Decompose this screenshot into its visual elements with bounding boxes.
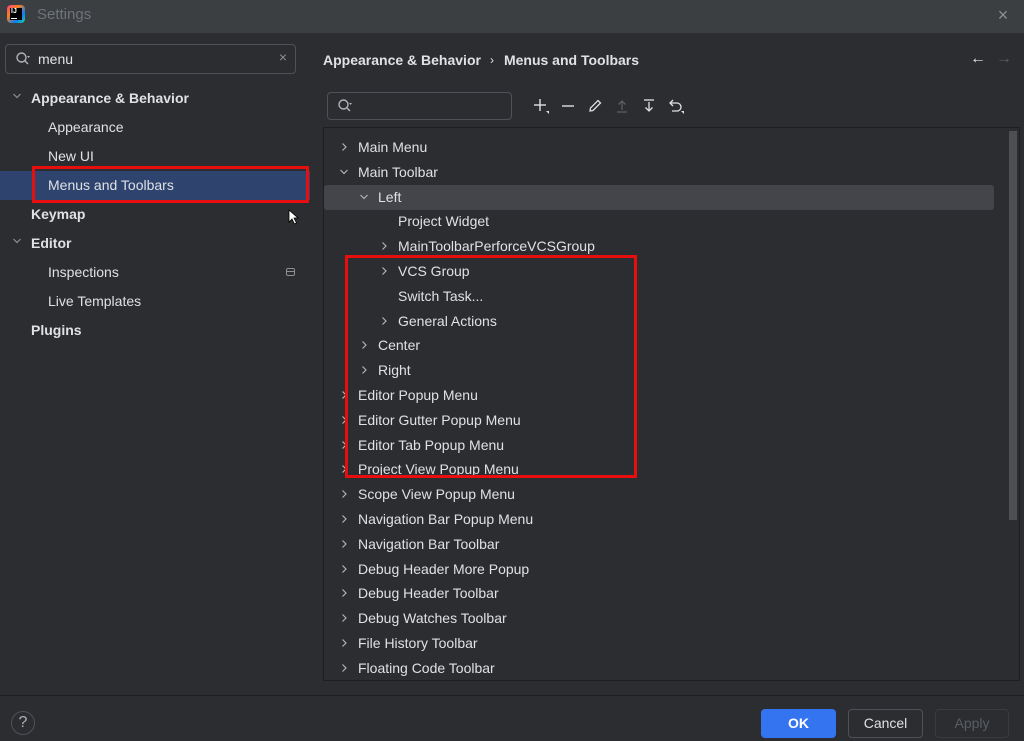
tree-node[interactable]: Scope View Popup Menu — [324, 482, 994, 507]
sidebar-item-label: Plugins — [31, 322, 82, 338]
breadcrumb-item-current: Menus and Toolbars — [503, 52, 640, 68]
sidebar-item-label: Appearance — [48, 119, 124, 135]
chevron-right-icon[interactable] — [338, 488, 350, 500]
close-window-button[interactable]: × — [992, 4, 1014, 26]
tree-node-label: Debug Header More Popup — [358, 560, 530, 577]
dialog-footer: ? OK Cancel Apply — [0, 695, 1024, 741]
tree-node[interactable]: Main Menu — [324, 135, 994, 160]
tree-scrollbar[interactable] — [1009, 131, 1017, 679]
tree-node-label: MainToolbarPerforceVCSGroup — [398, 238, 595, 255]
chevron-down-icon[interactable] — [358, 191, 370, 203]
sidebar-item-editor[interactable]: Editor — [0, 229, 310, 258]
settings-main-panel: Appearance & Behavior › Menus and Toolba… — [311, 33, 1024, 695]
move-down-icon — [643, 99, 654, 112]
chevron-right-icon[interactable] — [338, 612, 350, 624]
sidebar-item-label: Appearance & Behavior — [31, 90, 189, 106]
actions-tree[interactable]: Main Menu Main Toolbar Left Project Widget M… — [323, 127, 1020, 681]
breadcrumb-item[interactable]: Appearance & Behavior — [323, 52, 481, 68]
remove-button[interactable] — [554, 95, 581, 117]
tree-node[interactable]: Debug Watches Toolbar — [324, 606, 994, 631]
clear-search-icon[interactable]: × — [279, 49, 287, 65]
move-down-button[interactable] — [635, 95, 662, 117]
sidebar-item-plugins[interactable]: Plugins — [0, 316, 310, 345]
sidebar-item-label: Live Templates — [48, 293, 142, 309]
tree-node[interactable]: File History Toolbar — [324, 631, 994, 656]
tree-node[interactable]: Debug Header Toolbar — [324, 581, 994, 606]
sidebar-item-appearance[interactable]: Appearance — [0, 113, 310, 142]
apply-button[interactable]: Apply — [935, 709, 1009, 738]
tree-node[interactable]: Navigation Bar Toolbar — [324, 532, 994, 557]
ok-button[interactable]: OK — [761, 709, 836, 738]
edit-icon — [588, 99, 601, 112]
tree-node[interactable]: Debug Header More Popup — [324, 557, 994, 582]
tree-node-label: File History Toolbar — [358, 635, 478, 651]
tree-node[interactable]: Main Toolbar — [324, 160, 994, 185]
sidebar-item-label: New UI — [48, 148, 94, 164]
remove-icon — [561, 105, 574, 107]
chevron-right-icon[interactable] — [338, 563, 350, 575]
chevron-right-icon[interactable] — [338, 662, 350, 674]
tree-node-label: Scope View Popup Menu — [358, 486, 515, 503]
breadcrumb: Appearance & Behavior › Menus and Toolba… — [323, 52, 639, 68]
cancel-button[interactable]: Cancel — [848, 709, 923, 738]
tree-node-label: Main Toolbar — [358, 163, 438, 180]
annotation-highlight-tree — [345, 255, 637, 478]
mouse-cursor-icon — [288, 209, 300, 225]
tree-scrollbar-thumb[interactable] — [1009, 131, 1017, 520]
tree-node[interactable]: Navigation Bar Popup Menu — [324, 507, 994, 532]
tree-node[interactable]: Floating Code Toolbar — [324, 656, 994, 680]
window-title: Settings — [37, 6, 92, 23]
add-icon — [533, 99, 549, 114]
tree-node-label: Debug Header Toolbar — [358, 585, 499, 602]
settings-sidebar: menu × Appearance & Behavior Appearance Ne… — [0, 33, 310, 695]
chevron-down-icon[interactable] — [11, 90, 23, 102]
project-settings-icon — [286, 268, 295, 276]
settings-search-input[interactable]: menu × — [5, 44, 296, 74]
sidebar-item-live-templates[interactable]: Live Templates — [0, 287, 310, 316]
tree-node-label: Navigation Bar Toolbar — [358, 535, 500, 552]
tree-node-label: Navigation Bar Popup Menu — [358, 511, 534, 527]
back-arrow-icon[interactable]: ← — [970, 50, 986, 68]
tree-node-label: Debug Watches Toolbar — [358, 610, 507, 627]
chevron-right-icon[interactable] — [338, 538, 350, 550]
chevron-right-icon[interactable] — [338, 637, 350, 649]
breadcrumb-separator: › — [489, 53, 494, 67]
tree-search-input[interactable] — [327, 92, 512, 120]
move-up-icon — [616, 100, 627, 113]
sidebar-item-label: Editor — [31, 235, 72, 251]
tree-node-label: Floating Code Toolbar — [358, 659, 495, 676]
intellij-logo-icon: IJ — [7, 5, 25, 23]
edit-button[interactable] — [581, 95, 608, 117]
tree-node[interactable]: Project Widget — [324, 209, 994, 234]
help-button[interactable]: ? — [11, 711, 35, 735]
chevron-right-icon[interactable] — [338, 141, 350, 153]
restore-defaults-button[interactable] — [662, 95, 689, 117]
add-button[interactable] — [527, 95, 554, 117]
tree-node-label: Left — [378, 188, 402, 205]
tree-node-label: Project Widget — [398, 213, 490, 230]
search-icon — [16, 52, 30, 65]
move-up-button[interactable] — [608, 95, 635, 117]
sidebar-item-inspections[interactable]: Inspections — [0, 258, 310, 287]
chevron-right-icon[interactable] — [338, 513, 350, 525]
settings-search-value[interactable]: menu — [38, 51, 73, 67]
title-bar: IJ Settings × — [0, 0, 1024, 33]
selection-highlight — [324, 184, 994, 210]
sidebar-item-keymap[interactable]: Keymap — [0, 200, 310, 229]
search-icon — [338, 99, 352, 112]
sidebar-item-label: Inspections — [48, 264, 119, 280]
chevron-down-icon[interactable] — [11, 235, 23, 247]
annotation-highlight-sidebar — [32, 166, 309, 203]
sidebar-item-appearance-behavior[interactable]: Appearance & Behavior — [0, 84, 310, 113]
sidebar-item-label: Keymap — [31, 206, 86, 222]
restore-icon — [668, 99, 684, 114]
chevron-right-icon[interactable] — [338, 587, 350, 599]
chevron-down-icon[interactable] — [338, 166, 350, 178]
chevron-right-icon[interactable] — [378, 240, 390, 252]
tree-node-label: Main Menu — [358, 139, 428, 155]
tree-node[interactable]: Left — [324, 184, 994, 210]
forward-arrow-icon[interactable]: → — [996, 50, 1012, 68]
tree-toolbar — [527, 95, 689, 117]
